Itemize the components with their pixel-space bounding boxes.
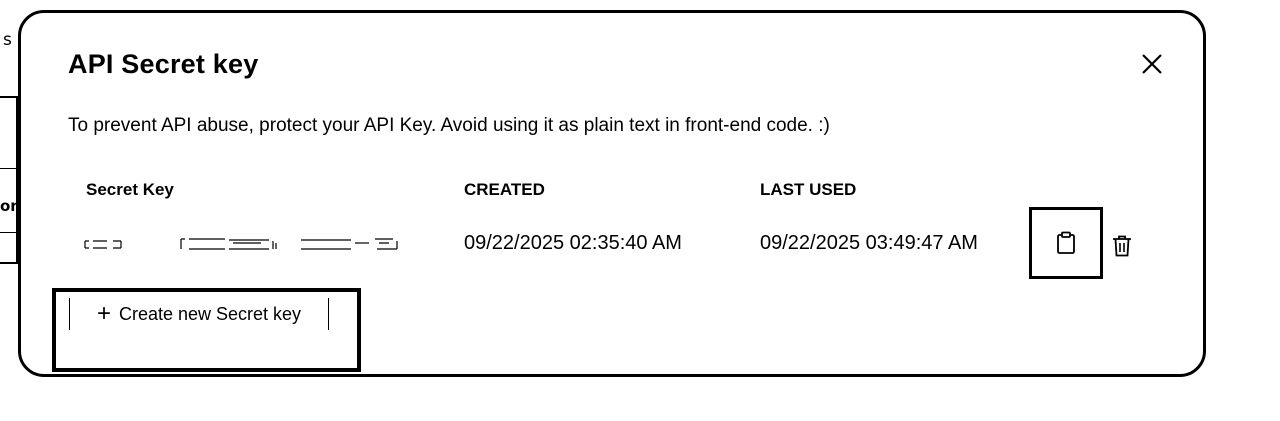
column-header-created: CREATED (464, 180, 545, 199)
trash-icon (1113, 235, 1131, 257)
delete-key-button[interactable] (1107, 231, 1137, 261)
create-button-label: Create new Secret key (118, 303, 302, 324)
background-text: s (3, 30, 12, 50)
close-button[interactable] (1137, 49, 1167, 79)
plus-icon: + (96, 300, 111, 327)
api-secret-key-modal: API Secret key To prevent API abuse, pro… (18, 10, 1206, 377)
last-used-date: 09/22/2025 03:49:47 AM (760, 232, 978, 254)
close-icon (1142, 54, 1162, 74)
column-header-secret-key: Secret Key (86, 180, 174, 199)
modal-description: To prevent API abuse, protect your API K… (68, 115, 830, 136)
masked-secret-key (84, 238, 398, 250)
create-secret-key-button[interactable]: + Create new Secret key (69, 298, 329, 330)
created-date: 09/22/2025 02:35:40 AM (464, 232, 682, 254)
clipboard-icon (1057, 231, 1075, 254)
page: s on: API Secret key To prevent API abus… (0, 0, 1280, 421)
background-panel (0, 96, 18, 264)
copy-key-button[interactable] (1029, 207, 1103, 279)
column-header-last-used: LAST USED (760, 180, 857, 199)
background-divider (0, 232, 18, 233)
modal-title: API Secret key (68, 49, 259, 79)
background-divider (0, 168, 18, 169)
